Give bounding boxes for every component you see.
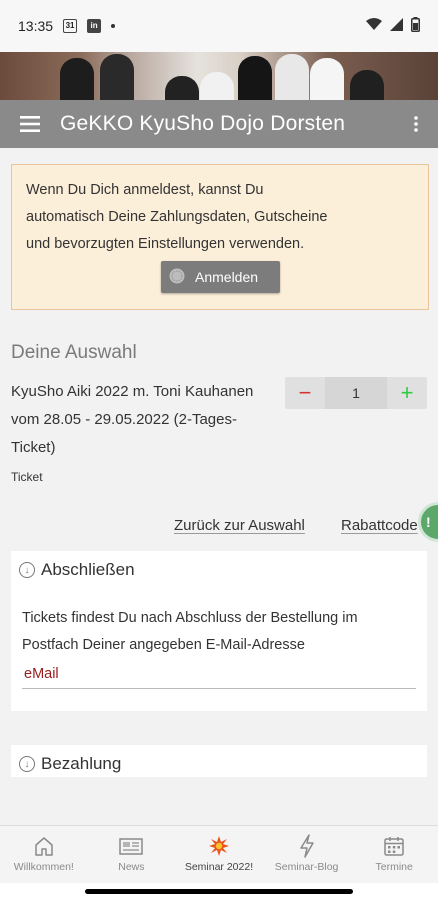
cell-signal-icon (390, 18, 403, 34)
nav-label-dates: Termine (375, 861, 413, 873)
app-bar: GeKKO KyuSho Dojo Dorsten (0, 100, 438, 148)
checkout-title: Abschließen (41, 560, 135, 579)
item-line-1: KyuSho Aiki 2022 m. Toni Kauhanen (11, 383, 254, 400)
checkout-info-line-2: Postfach Deiner angegeben E-Mail-Adresse (22, 637, 305, 653)
wifi-icon (366, 18, 382, 34)
selected-item-description: KyuSho Aiki 2022 m. Toni Kauhanen vom 28… (11, 378, 279, 462)
nav-label-seminar-blog: Seminar-Blog (274, 861, 339, 873)
linkedin-notification-icon: in (87, 19, 102, 33)
notice-line-3: und bevorzugten Einstellungen verwenden. (26, 236, 305, 252)
newspaper-icon (119, 835, 144, 857)
overflow-menu-icon[interactable] (394, 100, 438, 148)
checkout-info-text: Tickets findest Du nach Abschluss der Be… (11, 589, 427, 659)
item-line-2: vom 28.05 - 29.05.2022 (2-Tages- (11, 411, 237, 428)
decrease-quantity-button[interactable]: − (285, 377, 325, 409)
app-title: GeKKO KyuSho Dojo Dorsten (60, 112, 346, 135)
user-avatar-icon (169, 268, 185, 287)
expand-arrow-down-icon: ↓ (19, 756, 35, 772)
calendar-notification-icon: 31 (63, 19, 78, 33)
item-line-3: Ticket) (11, 439, 56, 456)
nav-label-welcome: Willkommen! (13, 861, 74, 873)
burst-icon (208, 835, 230, 857)
payment-card: ↓ Bezahlung (11, 745, 427, 777)
back-to-selection-link[interactable]: Zurück zur Auswahl (174, 517, 305, 534)
increase-quantity-button[interactable]: + (387, 377, 427, 409)
system-gesture-bar (0, 883, 438, 900)
lightning-icon (299, 834, 315, 858)
nav-label-seminar: Seminar 2022! (184, 861, 254, 873)
notice-line-2: automatisch Deine Zahlungsdaten, Gutsche… (26, 209, 328, 225)
more-notifications-dot-icon (111, 24, 116, 28)
payment-card-header[interactable]: ↓ Bezahlung (11, 745, 427, 783)
calendar-icon (383, 835, 405, 857)
checkout-card: ↓ Abschließen Tickets findest Du nach Ab… (11, 551, 427, 711)
nav-item-news[interactable]: News (88, 826, 176, 883)
login-button-label: Anmelden (195, 269, 259, 285)
email-field-label: eMail (24, 666, 59, 682)
payment-title: Bezahlung (41, 754, 122, 773)
item-type-label: Ticket (11, 470, 43, 484)
quantity-value[interactable]: 1 (325, 377, 387, 409)
status-bar: 13:35 31 in (0, 0, 438, 52)
nav-item-seminar-blog[interactable]: Seminar-Blog (263, 826, 351, 883)
status-time: 13:35 (18, 18, 54, 34)
home-gesture-handle[interactable] (85, 889, 353, 894)
login-button[interactable]: Anmelden (161, 261, 280, 293)
dojo-group-photo-banner (0, 52, 438, 102)
bottom-navigation: Willkommen! News Seminar 2022! Seminar-B… (0, 825, 438, 883)
coupon-code-link[interactable]: Rabattcode (341, 517, 418, 534)
email-field[interactable]: eMail (22, 661, 416, 689)
hamburger-menu-icon[interactable] (0, 100, 60, 148)
selection-heading: Deine Auswahl (11, 342, 137, 363)
battery-icon (411, 17, 420, 35)
expand-arrow-down-icon: ↓ (19, 562, 35, 578)
nav-item-dates[interactable]: Termine (350, 826, 438, 883)
nav-item-welcome[interactable]: Willkommen! (0, 826, 88, 883)
login-notice: Wenn Du Dich anmeldest, kannst Du automa… (11, 164, 429, 310)
home-icon (33, 835, 55, 857)
nav-label-news: News (118, 861, 145, 873)
checkout-info-line-1: Tickets findest Du nach Abschluss der Be… (22, 610, 358, 626)
notice-line-1: Wenn Du Dich anmeldest, kannst Du (26, 182, 264, 198)
quantity-stepper: − 1 + (285, 377, 427, 409)
checkout-card-header[interactable]: ↓ Abschließen (11, 551, 427, 589)
action-links: Zurück zur Auswahl Rabattcode (0, 517, 438, 541)
nav-item-seminar[interactable]: Seminar 2022! (175, 826, 263, 883)
